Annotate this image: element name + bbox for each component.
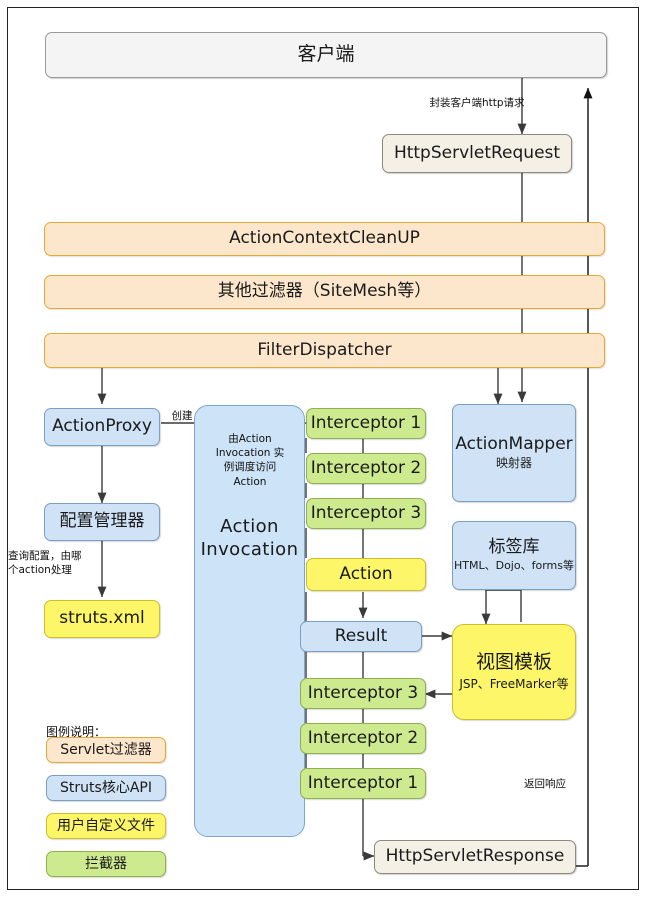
interceptor-down-1: Interceptor 1 (306, 408, 426, 439)
filter-label-0: ActionContextCleanUP (229, 228, 420, 249)
legend-label-3: 拦截器 (85, 855, 127, 872)
legend-item-struts-core-api: Struts核心API (46, 775, 166, 801)
tag-library-box: 标签库 HTML、Dojo、forms等 (452, 521, 576, 590)
client-label: 客户端 (297, 43, 355, 66)
legend-item-servlet-filter: Servlet过滤器 (46, 737, 166, 763)
http-servlet-request-box: HttpServletRequest (382, 134, 572, 173)
interceptor-up-2: Interceptor 2 (300, 723, 426, 754)
action-invocation-line-1: Action (220, 516, 279, 537)
config-manager-label: 配置管理器 (59, 511, 145, 532)
legend-label-1: Struts核心API (60, 779, 152, 796)
filter-dispatcher: FilterDispatcher (44, 333, 605, 368)
client-box: 客户端 (45, 32, 607, 78)
struts-xml-label: struts.xml (59, 608, 145, 629)
http-servlet-response-box: HttpServletResponse (374, 840, 576, 874)
result-box: Result (300, 621, 422, 652)
tag-library-sub-label: HTML、Dojo、forms等 (454, 559, 574, 573)
interceptor-up-2-label: Interceptor 2 (307, 727, 419, 748)
dispatch-note-label: 由Action Invocation 实 例调度访问 Action (215, 433, 285, 488)
config-manager-box: 配置管理器 (44, 503, 160, 541)
query-config-label: 查询配置，由哪 个action处理 (8, 550, 82, 577)
view-template-sub-label: JSP、FreeMarker等 (459, 677, 569, 692)
interceptor-down-3-label: Interceptor 3 (310, 502, 422, 523)
view-template-label: 视图模板 (475, 651, 552, 674)
action-invocation-line-2: Invocation (200, 538, 299, 560)
action-proxy-label: ActionProxy (52, 416, 152, 437)
interceptor-down-2-label: Interceptor 2 (310, 457, 422, 478)
interceptor-down-1-label: Interceptor 1 (310, 412, 422, 433)
action-mapper-label: ActionMapper (455, 434, 573, 455)
return-response-label: 返回响应 (524, 778, 566, 790)
http-servlet-request-label: HttpServletRequest (393, 142, 561, 163)
action-mapper-sub-label: 映射器 (495, 455, 532, 470)
result-label: Result (334, 625, 388, 646)
filter-other-filters: 其他过滤器（SiteMesh等） (44, 275, 605, 309)
legend-label-0: Servlet过滤器 (60, 741, 152, 758)
action-box: Action (306, 558, 426, 591)
interceptor-up-1-label: Interceptor 1 (307, 772, 419, 793)
action-proxy-box: ActionProxy (44, 408, 160, 446)
encapsulate-request-label: 封装客户端http请求 (429, 97, 525, 109)
legend-label-2: 用户自定义文件 (57, 817, 155, 834)
action-label: Action (339, 563, 393, 584)
diagram-canvas: 客户端 HttpServletRequest 封装客户端http请求 Actio… (0, 0, 648, 899)
filter-action-context-cleanup: ActionContextCleanUP (44, 222, 605, 256)
legend-item-interceptor: 拦截器 (46, 851, 166, 877)
view-template-box: 视图模板 JSP、FreeMarker等 (452, 624, 576, 720)
interceptor-down-2: Interceptor 2 (306, 453, 426, 484)
filter-label-1: 其他过滤器（SiteMesh等） (217, 281, 432, 302)
interceptor-up-3-label: Interceptor 3 (307, 682, 419, 703)
http-servlet-response-label: HttpServletResponse (385, 846, 565, 867)
tag-library-label: 标签库 (488, 536, 540, 557)
action-mapper-box: ActionMapper 映射器 (452, 404, 576, 502)
interceptor-up-3: Interceptor 3 (300, 678, 426, 709)
struts-xml-box: struts.xml (44, 600, 160, 638)
create-label: 创建 (171, 410, 193, 422)
filter-label-2: FilterDispatcher (257, 339, 392, 360)
legend-item-user-file: 用户自定义文件 (46, 813, 166, 839)
interceptor-down-3: Interceptor 3 (306, 498, 426, 529)
interceptor-up-1: Interceptor 1 (300, 768, 426, 799)
